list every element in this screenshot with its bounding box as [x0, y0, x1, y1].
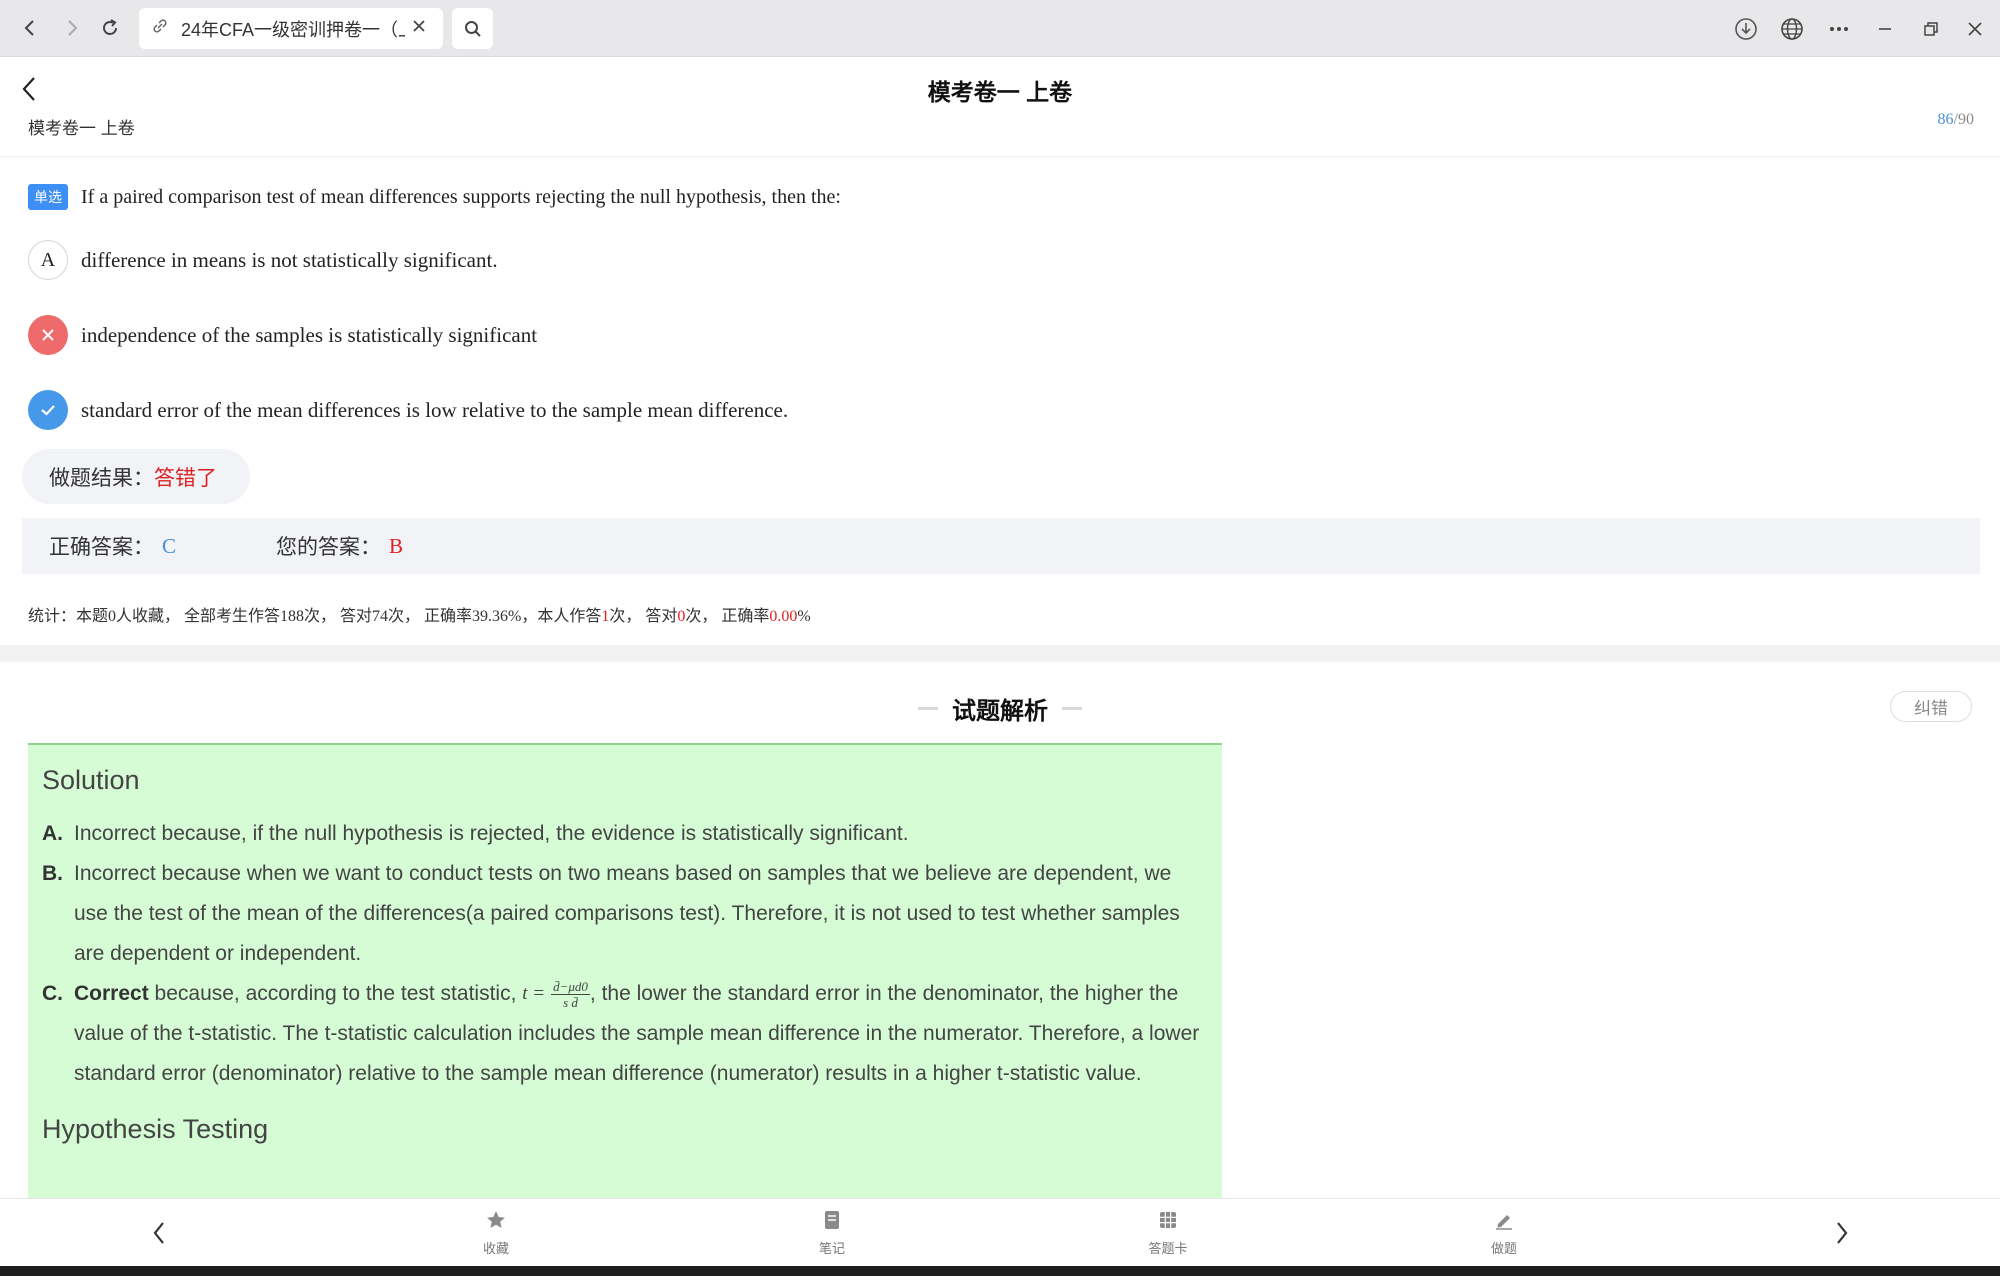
download-icon[interactable]: [1729, 12, 1763, 46]
pencil-icon: [1493, 1209, 1515, 1234]
heading-dash-right: [1062, 707, 1082, 710]
correct-answer-label: 正确答案：: [49, 536, 154, 559]
link-icon: [151, 17, 169, 40]
browser-toolbar: 24年CFA一级密训押卷一（上: [0, 0, 2000, 57]
solution-text: Incorrect because when we want to conduc…: [74, 862, 1180, 965]
analysis-heading: 试题解析: [0, 691, 2000, 726]
formula-numerator: d̄−μd0: [551, 978, 590, 995]
wrong-icon: [28, 315, 68, 355]
correct-answer-value: C: [162, 533, 177, 558]
formula-lhs: t =: [522, 983, 546, 1005]
solution-text: Correct because, according to the test s…: [74, 974, 1208, 1094]
solution-item-a: A. Incorrect because, if the null hypoth…: [42, 814, 1208, 854]
solution-panel: Solution A. Incorrect because, if the nu…: [28, 743, 1222, 1198]
solution-item-b: B. Incorrect because when we want to con…: [42, 854, 1208, 974]
option-a-text: difference in means is not statistically…: [81, 247, 498, 272]
practice-button[interactable]: 做题: [1464, 1209, 1544, 1257]
previous-question-button[interactable]: [139, 1213, 179, 1253]
app-header: 模考卷一 上卷 模考卷一 上卷 86/90: [0, 57, 2000, 157]
correct-word: Correct: [74, 982, 149, 1005]
tab-title: 24年CFA一级密训押卷一（上: [181, 19, 405, 40]
solution-letter: B.: [42, 862, 63, 885]
stats-mid2: 次， 正确率: [685, 608, 770, 625]
stats-suffix: %: [797, 608, 811, 625]
answer-statistics: 统计：本题0人收藏， 全部考生作答188次， 答对74次， 正确率39.36%，…: [28, 602, 811, 626]
solution-letter: A.: [42, 822, 63, 845]
question-stem-row: 单选 If a paired comparison test of mean d…: [28, 184, 841, 210]
progress-total: /90: [1953, 111, 1974, 128]
answer-card-label: 答题卡: [1148, 1241, 1188, 1256]
restore-icon[interactable]: [1914, 12, 1948, 46]
report-error-button[interactable]: 纠错: [1890, 691, 1972, 722]
result-value: 答错了: [154, 466, 217, 490]
practice-label: 做题: [1490, 1241, 1517, 1256]
option-c[interactable]: standard error of the mean differences i…: [28, 390, 788, 430]
reload-icon[interactable]: [92, 10, 128, 46]
answer-card-icon: [1157, 1209, 1179, 1234]
notes-button[interactable]: 笔记: [792, 1209, 872, 1257]
question-stem: If a paired comparison test of mean diff…: [81, 185, 841, 208]
your-answer-label: 您的答案：: [276, 536, 382, 559]
stats-mid1: 次， 答对: [609, 608, 678, 625]
browser-tab[interactable]: 24年CFA一级密训押卷一（上: [139, 8, 443, 49]
topic-heading: Hypothesis Testing: [42, 1114, 269, 1145]
stats-self-rate: 0.00: [769, 608, 798, 625]
solution-text: Incorrect because, if the null hypothesi…: [74, 822, 909, 845]
search-icon[interactable]: [452, 8, 493, 49]
solution-title: Solution: [42, 765, 140, 795]
favorite-label: 收藏: [482, 1241, 509, 1256]
stats-prefix: 统计：本题0人收藏， 全部考生作答188次， 答对74次， 正确率39.36%，…: [28, 608, 602, 625]
progress-current: 86: [1937, 111, 1954, 128]
close-icon[interactable]: [411, 18, 427, 39]
page-title: 模考卷一 上卷: [927, 79, 1073, 105]
note-icon: [821, 1209, 843, 1234]
question-type-badge: 单选: [28, 184, 68, 210]
option-a-marker: A: [28, 240, 68, 280]
check-icon: [28, 390, 68, 430]
next-question-button[interactable]: [1822, 1213, 1862, 1253]
favorite-button[interactable]: 收藏: [456, 1209, 536, 1257]
your-answer-value: B: [389, 533, 404, 558]
window-close-icon[interactable]: [1958, 12, 1992, 46]
bottom-toolbar: 收藏 笔记 答题卡 做题: [0, 1198, 2000, 1266]
star-icon: [485, 1209, 507, 1234]
taskbar-strip: [0, 1266, 2000, 1276]
answer-card-button[interactable]: 答题卡: [1128, 1209, 1208, 1257]
solution-letter: C.: [42, 982, 63, 1005]
notes-label: 笔记: [818, 1241, 845, 1256]
formula-fraction: d̄−μd0 s d̄: [551, 979, 590, 1010]
option-a[interactable]: A difference in means is not statistical…: [28, 240, 498, 280]
option-c-text: standard error of the mean differences i…: [81, 397, 789, 422]
heading-dash-left: [918, 707, 938, 710]
formula-denominator: s d̄: [563, 994, 578, 1010]
analysis-title: 试题解析: [952, 698, 1048, 725]
globe-icon[interactable]: [1775, 12, 1809, 46]
result-label: 做题结果：: [49, 466, 154, 490]
solution-item-c: C. Correct because, according to the tes…: [42, 974, 1208, 1094]
result-pill: 做题结果： 答错了: [22, 449, 250, 504]
question-progress: 86/90: [1938, 111, 1974, 129]
option-b-text: independence of the samples is statistic…: [81, 322, 538, 347]
minimize-icon[interactable]: [1868, 12, 1902, 46]
solution-text-before: because, according to the test statistic…: [148, 982, 523, 1005]
paper-name: 模考卷一 上卷: [28, 119, 135, 138]
section-divider: [0, 645, 2000, 662]
more-icon[interactable]: [1822, 12, 1856, 46]
answer-summary: 正确答案： C 您的答案： B: [22, 518, 1980, 574]
test-statistic-formula: t = d̄−μd0 s d̄: [522, 974, 590, 1014]
back-icon[interactable]: [12, 10, 48, 46]
option-b[interactable]: independence of the samples is statistic…: [28, 315, 537, 355]
forward-icon[interactable]: [54, 10, 90, 46]
